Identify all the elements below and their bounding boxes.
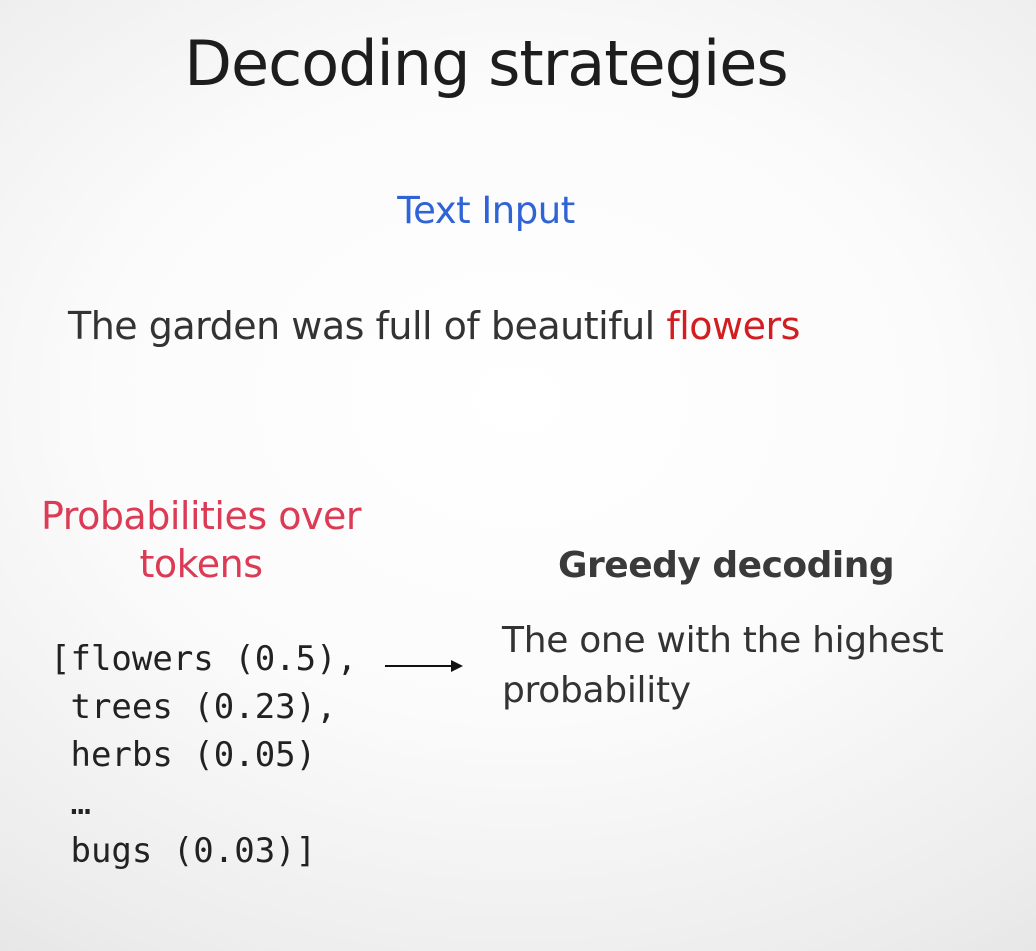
token-line: trees (0.23),	[50, 687, 337, 727]
token-line: herbs (0.05)	[50, 735, 317, 775]
greedy-decoding-description: The one with the highest probability	[502, 616, 944, 716]
probabilities-heading-line-1: Probabilities over	[41, 494, 361, 538]
greedy-description-line-1: The one with the highest	[502, 620, 944, 661]
probabilities-heading: Probabilities over tokens	[0, 492, 402, 588]
example-sentence: The garden was full of beautiful flowers	[68, 302, 800, 350]
token-line: [flowers (0.5),	[50, 639, 358, 679]
greedy-decoding-heading: Greedy decoding	[558, 545, 895, 586]
token-line: …	[50, 783, 91, 823]
text-input-label: Text Input	[397, 189, 575, 232]
slide-title: Decoding strategies	[184, 27, 788, 100]
sentence-prefix: The garden was full of beautiful	[68, 304, 667, 348]
right-arrow-icon	[385, 660, 463, 672]
greedy-description-line-2: probability	[502, 670, 691, 711]
token-probability-list: [flowers (0.5), trees (0.23), herbs (0.0…	[50, 635, 357, 875]
token-line: bugs (0.03)]	[50, 831, 317, 871]
sentence-highlight-word: flowers	[666, 304, 800, 348]
probabilities-heading-line-2: tokens	[139, 542, 263, 586]
